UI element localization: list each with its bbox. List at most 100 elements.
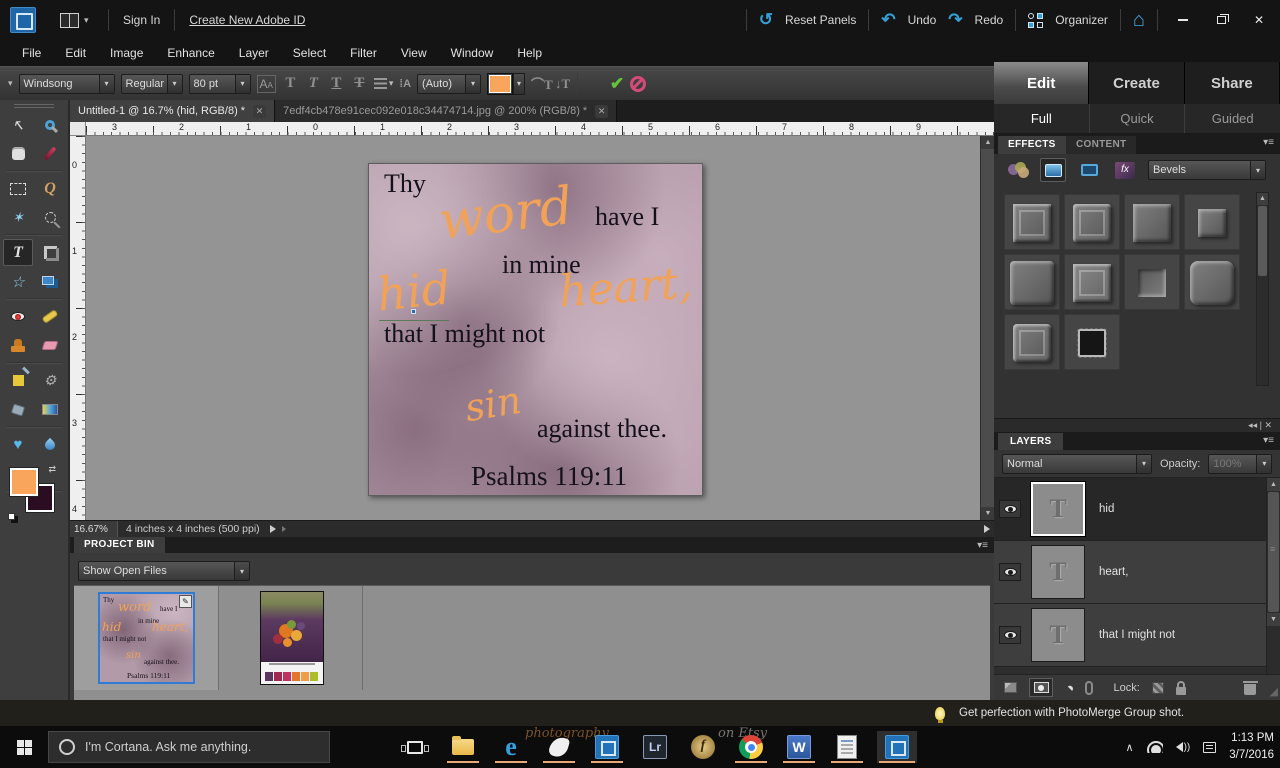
all-effects-button[interactable]: fx [1112, 158, 1138, 182]
adjustment-layer-icon[interactable]: ◑ [1061, 679, 1078, 696]
menu-file[interactable]: File [10, 46, 53, 60]
filters-icon[interactable] [1008, 162, 1030, 178]
font-style-dropdown[interactable]: Regular▾ [121, 74, 183, 94]
faux-italic-button[interactable]: T [305, 75, 322, 92]
mode-quick[interactable]: Quick [1090, 104, 1186, 133]
lasso-tool[interactable]: Q [35, 175, 65, 202]
canvas-image[interactable]: Thy word have I in mine hid heart, that … [368, 163, 703, 496]
cortana-search-box[interactable]: I'm Cortana. Ask me anything. [48, 731, 330, 763]
layer-row-hid[interactable]: T hid [994, 478, 1266, 541]
photoshop-elements-button[interactable] [877, 731, 917, 763]
show-open-files-dropdown[interactable]: Show Open Files▾ [78, 561, 250, 581]
menu-enhance[interactable]: Enhance [155, 46, 226, 60]
scroll-thumb[interactable] [1258, 206, 1267, 276]
edge-button[interactable]: e [491, 731, 531, 763]
create-adobe-id-link[interactable]: Create New Adobe ID [189, 13, 305, 27]
commit-button[interactable]: ✔ [610, 74, 624, 94]
works-button[interactable] [827, 731, 867, 763]
scroll-up-icon[interactable]: ▲ [1267, 478, 1280, 491]
task-view-button[interactable] [395, 731, 435, 763]
swap-colors-icon[interactable]: ⇄ [48, 464, 56, 475]
reset-panels-button[interactable]: Reset Panels [785, 13, 856, 27]
layer-row-heart[interactable]: T heart, [994, 541, 1266, 604]
tab-edit[interactable]: Edit [994, 62, 1089, 104]
clone-stamp-tool[interactable] [3, 332, 33, 359]
magic-wand-tool[interactable]: ✶ [3, 204, 33, 231]
layer-name[interactable]: hid [1099, 503, 1114, 515]
close-icon[interactable]: ✕ [595, 105, 608, 118]
undo-button[interactable]: Undo [908, 13, 937, 27]
menu-image[interactable]: Image [98, 46, 155, 60]
panel-collapse-bar[interactable]: ◂◂ | ✕ [994, 418, 1280, 432]
visibility-toggle[interactable] [999, 626, 1021, 644]
project-bin-title[interactable]: PROJECT BIN [74, 537, 165, 553]
action-center-icon[interactable] [1203, 742, 1216, 753]
clock[interactable]: 1:13 PM 3/7/2016 [1229, 730, 1274, 763]
bevel-thumbnail[interactable] [1064, 254, 1120, 310]
hand-tool[interactable] [3, 140, 33, 167]
menu-edit[interactable]: Edit [53, 46, 98, 60]
bevel-thumbnail[interactable] [1004, 314, 1060, 370]
tab-create[interactable]: Create [1089, 62, 1184, 104]
foreground-color-swatch[interactable] [10, 468, 38, 496]
text-align-dropdown[interactable]: ▾ [374, 78, 394, 89]
photo-effects-button[interactable] [1076, 158, 1102, 182]
spot-healing-tool[interactable] [35, 303, 65, 330]
visibility-toggle[interactable] [999, 500, 1021, 518]
effect-category-dropdown[interactable]: Bevels▾ [1148, 160, 1266, 180]
cancel-button[interactable] [630, 76, 646, 92]
close-button[interactable]: ✕ [1246, 12, 1272, 28]
layer-thumbnail[interactable]: T [1031, 608, 1085, 662]
effects-scrollbar[interactable]: ▲ [1256, 192, 1269, 386]
bevel-thumbnail[interactable] [1184, 194, 1240, 250]
scroll-up-icon[interactable]: ▲ [1257, 193, 1268, 205]
tip-text[interactable]: Get perfection with PhotoMerge Group sho… [959, 707, 1184, 719]
zoom-tool[interactable] [35, 111, 65, 138]
underline-button[interactable]: T [328, 75, 345, 92]
bevel-thumbnail[interactable] [1064, 194, 1120, 250]
smart-brush-tool[interactable]: ⚙ [35, 367, 65, 394]
shape-tool[interactable]: ♥ [3, 431, 33, 458]
photoshop-express-button[interactable] [539, 731, 579, 763]
lock-all-icon[interactable] [1176, 687, 1186, 695]
open-file-thumbnail-verse[interactable]: Thy word have I in mine hid heart, that … [98, 592, 195, 684]
tab-content[interactable]: CONTENT [1066, 136, 1136, 154]
palette-grip[interactable] [14, 104, 54, 108]
tab-effects[interactable]: EFFECTS [998, 136, 1066, 154]
speaker-icon[interactable]: )) [1176, 742, 1191, 753]
mode-guided[interactable]: Guided [1185, 104, 1280, 133]
home-icon[interactable]: ⌂ [1133, 9, 1145, 32]
text-orientation-button[interactable]: ↓T [554, 76, 571, 92]
menu-filter[interactable]: Filter [338, 46, 389, 60]
chrome-button[interactable] [731, 731, 771, 763]
layers-scrollbar[interactable]: ▲ ▼ [1266, 478, 1280, 674]
menu-help[interactable]: Help [505, 46, 554, 60]
close-icon[interactable]: ✕ [253, 105, 266, 118]
document-tab-2[interactable]: 7edf4cb478e91cec092e018c34474714.jpg @ 2… [275, 100, 617, 122]
gradient-tool[interactable] [35, 396, 65, 423]
redo-button[interactable]: Redo [975, 13, 1004, 27]
panel-menu-icon[interactable]: ▾≡ [1263, 137, 1274, 148]
layer-styles-button[interactable] [1040, 158, 1066, 182]
scroll-down-icon[interactable]: ▼ [1267, 613, 1280, 626]
scroll-thumb[interactable] [1268, 492, 1279, 612]
bevel-thumbnail[interactable] [1004, 254, 1060, 310]
eyedropper-tool[interactable] [35, 140, 65, 167]
layer-mask-button[interactable] [1029, 678, 1053, 697]
red-eye-tool[interactable] [3, 303, 33, 330]
visibility-toggle[interactable] [999, 563, 1021, 581]
word-button[interactable]: W [779, 731, 819, 763]
blur-tool[interactable] [35, 431, 65, 458]
open-file-thumbnail-photo[interactable] [260, 591, 324, 685]
faux-bold-button[interactable]: T [282, 75, 299, 92]
mode-full[interactable]: Full [994, 104, 1090, 133]
opacity-dropdown[interactable]: 100%▾ [1208, 454, 1272, 474]
recompose-tool[interactable] [35, 268, 65, 295]
menu-layer[interactable]: Layer [227, 46, 281, 60]
scroll-up-icon[interactable]: ▲ [981, 136, 995, 149]
text-color-picker[interactable]: ▾ [487, 73, 525, 95]
bevel-thumbnail[interactable] [1064, 314, 1120, 370]
font-app-button[interactable]: f [683, 731, 723, 763]
text-edit-handle[interactable] [411, 309, 416, 314]
layer-name[interactable]: that I might not [1099, 629, 1175, 641]
